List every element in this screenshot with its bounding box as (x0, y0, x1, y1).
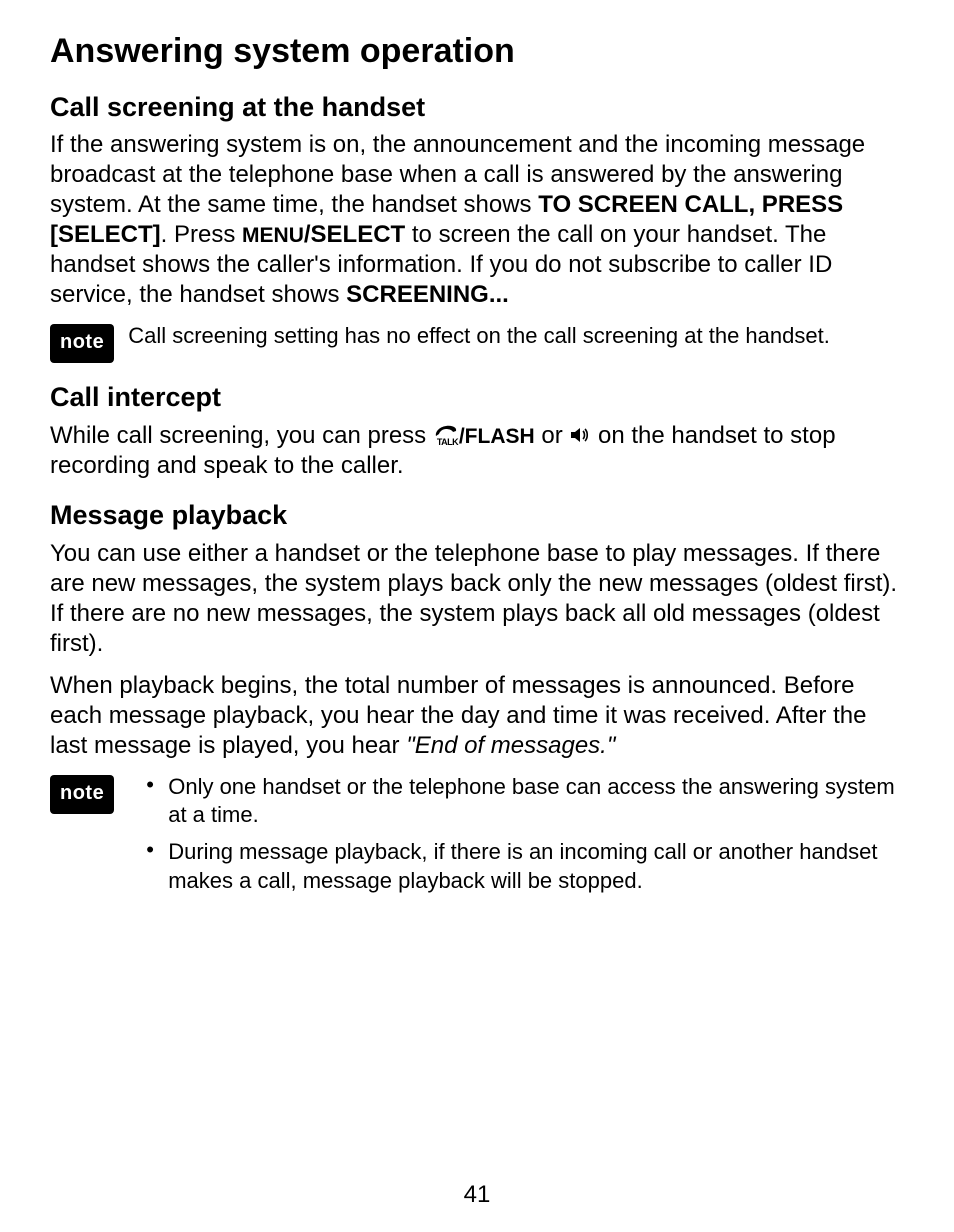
paragraph-call-intercept: While call screening, you can press TALK… (50, 421, 904, 481)
paragraph-playback-2: When playback begins, the total number o… (50, 671, 904, 761)
bold-text: /SELECT (304, 221, 405, 248)
paragraph-playback-1: You can use either a handset or the tele… (50, 539, 904, 659)
note-badge: note (50, 775, 114, 814)
note-block-1: note Call screening setting has no effec… (50, 322, 904, 363)
flash-label: /FLASH (459, 425, 535, 448)
section-heading-call-intercept: Call intercept (50, 381, 904, 415)
italic-text: "End of messages." (406, 732, 615, 759)
note-text: Call screening setting has no effect on … (128, 322, 904, 351)
bold-text: SCREENING... (346, 281, 509, 308)
talk-label: TALK (437, 437, 458, 448)
handset-talk-icon: TALK (433, 424, 459, 446)
note-block-2: note Only one handset or the telephone b… (50, 773, 904, 903)
section-heading-message-playback: Message playback (50, 499, 904, 533)
section-heading-call-screening: Call screening at the handset (50, 91, 904, 125)
smallcaps-text: MENU (242, 224, 304, 247)
list-item: During message playback, if there is an … (146, 838, 904, 895)
paragraph-call-screening: If the answering system is on, the annou… (50, 130, 904, 310)
text: . Press (161, 221, 242, 248)
text: While call screening, you can press (50, 422, 433, 449)
speaker-icon (569, 423, 591, 443)
text: or (535, 422, 570, 449)
list-item: Only one handset or the telephone base c… (146, 773, 904, 830)
page-number: 41 (0, 1180, 954, 1210)
page-title: Answering system operation (50, 30, 904, 73)
note-badge: note (50, 324, 114, 363)
note-list: Only one handset or the telephone base c… (128, 773, 904, 903)
